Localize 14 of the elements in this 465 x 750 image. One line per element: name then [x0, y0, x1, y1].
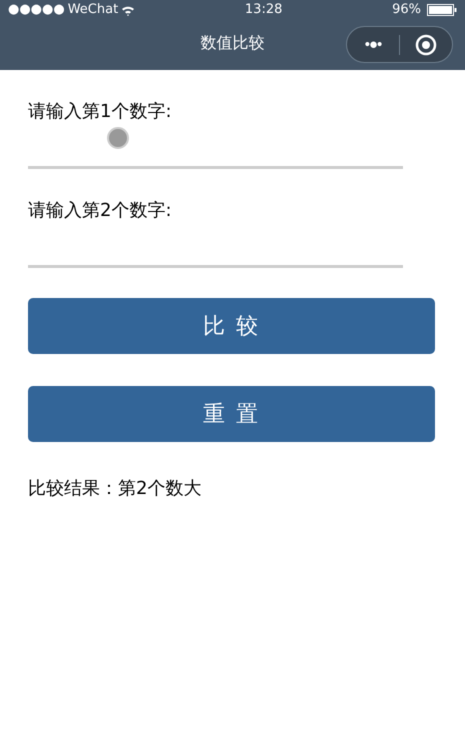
- carrier-name: WeChat: [68, 3, 118, 16]
- battery-percent: 96%: [392, 3, 421, 16]
- signal-text: ●●●●●: [8, 3, 65, 16]
- field-label: 请输入第1个数字:: [28, 100, 172, 124]
- action-button[interactable]: 重 置: [28, 386, 435, 442]
- more-button[interactable]: •●•: [347, 36, 399, 53]
- status-time: 13:28: [244, 3, 282, 16]
- battery-icon: [426, 4, 457, 16]
- close-icon: [415, 34, 437, 56]
- result-text: 比较结果：第2个数大: [28, 477, 202, 500]
- wifi-icon: [121, 5, 136, 16]
- page-title: 数值比较: [200, 32, 264, 54]
- field-label: 请输入第2个数字:: [28, 199, 172, 223]
- action-button[interactable]: 比 较: [28, 298, 435, 354]
